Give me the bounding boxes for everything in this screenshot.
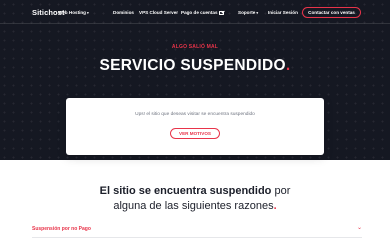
reasons-dot: . (273, 200, 277, 212)
nav-item-vps[interactable]: VPS Cloud Server (139, 10, 178, 16)
title-bold: SERVICIO (99, 57, 176, 74)
nav-item-dominios[interactable]: Dominios (113, 10, 134, 16)
page-title: SERVICIO SUSPENDIDO. (0, 57, 390, 75)
nav-item-label: VPS Cloud Server (139, 10, 179, 15)
accordion-divider (32, 237, 362, 238)
header-divider (0, 23, 390, 24)
reasons-line-2-text: alguna de las siguientes razones (113, 200, 274, 212)
nav-item-iniciar-sesion[interactable]: Iniciar Sesión (268, 10, 298, 16)
title-rest: SUSPENDIDO (180, 57, 286, 74)
reasons-bold: El sitio se encuentra suspendido (99, 185, 272, 197)
reasons-heading: El sitio se encuentra suspendido por alg… (0, 184, 390, 214)
reasons-line-2: alguna de las siguientes razones. (0, 199, 390, 214)
reasons-rest: por (274, 185, 291, 197)
nav-item-label: Iniciar Sesión (268, 10, 298, 15)
contact-sales-button[interactable]: Contactar con ventas (302, 7, 361, 18)
reasons-line-1: El sitio se encuentra suspendido por (0, 184, 390, 199)
mail-icon (219, 10, 225, 15)
suspended-card: Ups! el sitio que deseas visitar se encu… (66, 98, 324, 155)
nav-item-pago-de-cuentas[interactable]: Pago de cuentas (181, 10, 225, 16)
chevron-down-icon: ▾ (87, 11, 89, 15)
nav-item-label: Pago de cuentas (181, 10, 218, 15)
accordion-label: Suspensión por no Pago (32, 226, 91, 232)
suspended-message: Ups! el sitio que deseas visitar se encu… (135, 112, 255, 117)
nav-item-label: Web Hosting (58, 10, 86, 15)
nav-item-label: Dominios (113, 10, 134, 15)
chevron-down-icon: ▾ (256, 11, 259, 15)
nav-item-web-hosting[interactable]: Web Hosting▾ (58, 10, 89, 16)
nav-item-soporte[interactable]: Soporte▾ (238, 10, 258, 16)
view-reasons-button[interactable]: VER MOTIVOS (170, 128, 220, 139)
hero-eyebrow: ALGO SALIÓ MAL (171, 44, 219, 50)
nav-item-label: Soporte (238, 10, 256, 15)
chevron-down-icon: ⌄ (356, 225, 362, 231)
title-dot: . (285, 57, 291, 74)
accordion-item-no-pago[interactable]: Suspensión por no Pago ⌄ (32, 224, 362, 234)
